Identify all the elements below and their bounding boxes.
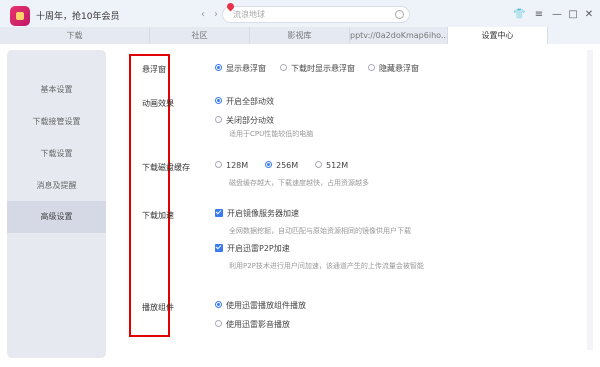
radio-icon [265, 161, 272, 168]
promo-text[interactable]: 十周年，抢10年会员 [36, 9, 119, 22]
search-placeholder: 流浪地球 [233, 10, 265, 19]
disk-cache-hint: 磁盘缓存越大，下载速度越快，占用资源越多 [229, 179, 369, 187]
sidebar-item-takeover[interactable]: 下载接管设置 [7, 106, 106, 138]
sidebar-item-basic[interactable]: 基本设置 [7, 74, 106, 106]
tab-settings[interactable]: 设置中心 [448, 27, 548, 44]
chevron-right-icon[interactable]: › [210, 8, 222, 22]
floating-label: 悬浮窗 [142, 65, 166, 74]
animation-hint: 适用于CPU性能较低的电脑 [229, 130, 314, 138]
radio-icon [215, 161, 222, 168]
mirror-accel-checkbox[interactable]: 开启镜像服务器加速 [215, 208, 299, 220]
radio-icon [215, 301, 222, 308]
app-logo-icon[interactable] [10, 6, 30, 26]
player-label: 播放组件 [142, 303, 174, 312]
radio-icon [368, 64, 375, 71]
radio-icon [215, 320, 222, 327]
checkbox-checked-icon [215, 243, 223, 252]
animation-option-on[interactable]: 开启全部动效 [215, 96, 274, 108]
sidebar-item-download[interactable]: 下载设置 [7, 138, 106, 170]
search-input[interactable]: 流浪地球 [222, 1, 410, 23]
menu-icon[interactable]: ≡ [533, 9, 545, 21]
cache-option-256m[interactable]: 256M [265, 160, 298, 172]
close-icon[interactable]: ✕ [583, 9, 595, 21]
floating-option-hide[interactable]: 隐藏悬浮窗 [368, 63, 419, 75]
cache-option-512m[interactable]: 512M [315, 160, 348, 172]
player-option-yingyin[interactable]: 使用迅雷影音播放 [215, 319, 290, 331]
p2p-accel-checkbox[interactable]: 开启迅雷P2P加速 [215, 243, 290, 255]
tab-library[interactable]: 影视库 [250, 27, 350, 44]
radio-icon [315, 161, 322, 168]
cache-option-128m[interactable]: 128M [215, 160, 248, 172]
floating-option-show[interactable]: 显示悬浮窗 [215, 63, 266, 75]
scrollbar[interactable] [587, 50, 593, 350]
radio-icon [215, 116, 222, 123]
floating-option-downloading[interactable]: 下载时显示悬浮窗 [280, 63, 355, 75]
speedup-label: 下载加速 [142, 211, 174, 220]
animation-option-off[interactable]: 关闭部分动效 [215, 115, 274, 127]
minimize-icon[interactable]: — [551, 9, 563, 21]
chevron-left-icon[interactable]: ‹ [197, 8, 209, 22]
p2p-accel-hint: 利用P2P技术进行用户间加速，该通道产生的上传流量会被智能 [229, 262, 424, 270]
tab-bar: 下载 社区 影视库 pptv://0a2doKmap6iho... 设置中心 [0, 27, 600, 44]
search-icon[interactable] [395, 10, 404, 19]
tab-pptv[interactable]: pptv://0a2doKmap6iho... [350, 27, 448, 44]
app-window: 十周年，抢10年会员 ‹ › 流浪地球 👕 ≡ — □ ✕ 下载 社区 影视库 … [0, 0, 600, 367]
checkbox-checked-icon [215, 208, 223, 217]
settings-content: 基本设置 下载接管设置 下载设置 消息及提醒 高级设置 悬浮窗 显示悬浮窗 下载… [0, 44, 600, 367]
animation-label: 动画效果 [142, 99, 174, 108]
settings-sidebar: 基本设置 下载接管设置 下载设置 消息及提醒 高级设置 [7, 50, 106, 358]
maximize-icon[interactable]: □ [567, 9, 579, 21]
radio-icon [215, 97, 222, 104]
highlight-box [129, 54, 170, 337]
sidebar-item-messages[interactable]: 消息及提醒 [7, 170, 106, 202]
sidebar-item-advanced[interactable]: 高级设置 [7, 201, 106, 233]
disk-cache-label: 下载磁盘缓存 [142, 163, 190, 172]
skin-icon[interactable]: 👕 [513, 9, 525, 21]
tab-community[interactable]: 社区 [150, 27, 250, 44]
tab-download[interactable]: 下载 [0, 27, 150, 44]
mirror-accel-hint: 全网数据挖掘，自动匹配与原始资源相同的镜像供用户下载 [229, 227, 411, 235]
player-option-xunlei[interactable]: 使用迅雷播放组件播放 [215, 300, 306, 312]
radio-icon [280, 64, 287, 71]
radio-icon [215, 64, 222, 71]
